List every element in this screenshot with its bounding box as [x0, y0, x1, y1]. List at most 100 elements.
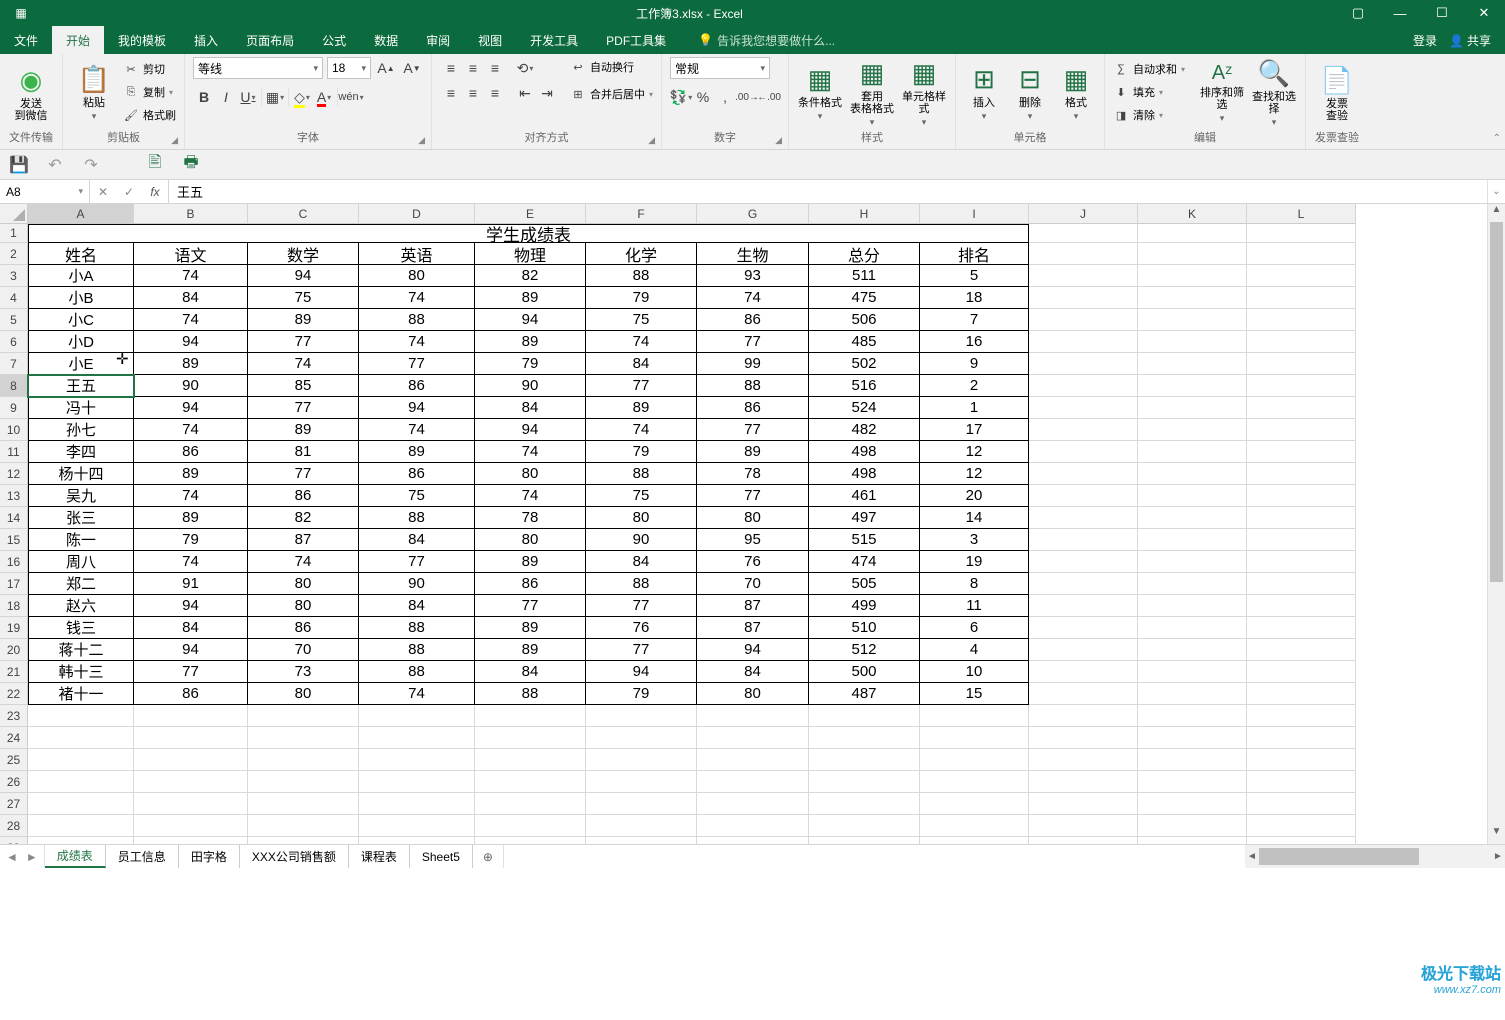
sheet-next-icon[interactable]: ►: [26, 850, 38, 864]
cell[interactable]: [1247, 353, 1356, 375]
cancel-edit-icon[interactable]: ✕: [90, 180, 116, 203]
cell[interactable]: [1247, 485, 1356, 507]
cell[interactable]: [1138, 463, 1247, 485]
cell[interactable]: 89: [134, 507, 248, 529]
cell[interactable]: 475: [809, 287, 920, 309]
cell[interactable]: 10: [920, 661, 1029, 683]
tab-PDF工具集[interactable]: PDF工具集: [592, 26, 680, 54]
cell[interactable]: [920, 815, 1029, 837]
cell[interactable]: [920, 771, 1029, 793]
cell[interactable]: [475, 749, 586, 771]
cell[interactable]: [1029, 309, 1138, 331]
row-header[interactable]: 16: [0, 551, 28, 573]
row-header[interactable]: 2: [0, 243, 28, 265]
format-cells-button[interactable]: ▦格式▾: [1056, 57, 1096, 129]
cell[interactable]: 14: [920, 507, 1029, 529]
select-all-cell[interactable]: [0, 204, 28, 224]
cell[interactable]: 钱三: [28, 617, 134, 639]
sort-filter-button[interactable]: Aᶻ排序和筛选▾: [1199, 57, 1245, 129]
cell[interactable]: 89: [475, 617, 586, 639]
cell[interactable]: [809, 749, 920, 771]
cell[interactable]: 80: [359, 265, 475, 287]
row-header[interactable]: 1: [0, 224, 28, 243]
italic-icon[interactable]: I: [215, 86, 237, 108]
cell[interactable]: [1138, 441, 1247, 463]
column-header[interactable]: K: [1138, 204, 1247, 224]
cell[interactable]: [1029, 353, 1138, 375]
cell[interactable]: 499: [809, 595, 920, 617]
cell[interactable]: 505: [809, 573, 920, 595]
cell[interactable]: 84: [586, 551, 697, 573]
row-header[interactable]: 29: [0, 837, 28, 844]
cell[interactable]: [1029, 771, 1138, 793]
row-header[interactable]: 11: [0, 441, 28, 463]
cell[interactable]: 82: [475, 265, 586, 287]
cell[interactable]: [809, 815, 920, 837]
cell[interactable]: 70: [697, 573, 809, 595]
cell[interactable]: 75: [586, 309, 697, 331]
cell[interactable]: [1247, 705, 1356, 727]
cell[interactable]: 99: [697, 353, 809, 375]
cell[interactable]: [1029, 507, 1138, 529]
row-header[interactable]: 28: [0, 815, 28, 837]
cell[interactable]: [809, 705, 920, 727]
tab-审阅[interactable]: 审阅: [412, 26, 464, 54]
cell[interactable]: [359, 793, 475, 815]
cell[interactable]: 小B: [28, 287, 134, 309]
cell[interactable]: 90: [134, 375, 248, 397]
cell[interactable]: 74: [697, 287, 809, 309]
cell[interactable]: [697, 727, 809, 749]
comma-icon[interactable]: ,: [714, 86, 736, 108]
row-header[interactable]: 25: [0, 749, 28, 771]
export-pdf-icon[interactable]: 🖹: [144, 154, 166, 176]
cell[interactable]: [1247, 224, 1356, 243]
cell[interactable]: [28, 705, 134, 727]
cell[interactable]: [1029, 441, 1138, 463]
row-header[interactable]: 23: [0, 705, 28, 727]
format-as-table-button[interactable]: ▦套用 表格格式▾: [849, 57, 895, 129]
align-launcher-icon[interactable]: ◢: [648, 133, 655, 147]
cell[interactable]: 80: [248, 595, 359, 617]
cell[interactable]: [1029, 617, 1138, 639]
cell[interactable]: 杨十四: [28, 463, 134, 485]
cell[interactable]: [1247, 573, 1356, 595]
close-icon[interactable]: ✕: [1463, 0, 1505, 26]
cell[interactable]: [1138, 683, 1247, 705]
cell[interactable]: [1029, 705, 1138, 727]
tab-插入[interactable]: 插入: [180, 26, 232, 54]
cell[interactable]: 74: [359, 287, 475, 309]
cell[interactable]: [1029, 661, 1138, 683]
cell[interactable]: 80: [248, 683, 359, 705]
increase-indent-icon[interactable]: ⇥: [536, 82, 558, 104]
cell[interactable]: 5: [920, 265, 1029, 287]
cell[interactable]: [697, 771, 809, 793]
row-header[interactable]: 13: [0, 485, 28, 507]
number-format-combo[interactable]: 常规▾: [670, 57, 770, 79]
cell[interactable]: [1247, 595, 1356, 617]
cell[interactable]: 498: [809, 463, 920, 485]
cell[interactable]: 80: [475, 463, 586, 485]
cell[interactable]: [1138, 837, 1247, 844]
column-header[interactable]: I: [920, 204, 1029, 224]
cell[interactable]: [1138, 224, 1247, 243]
cell[interactable]: 87: [248, 529, 359, 551]
cell[interactable]: 王五: [28, 375, 134, 397]
cell[interactable]: 86: [697, 397, 809, 419]
cell[interactable]: 80: [586, 507, 697, 529]
cell[interactable]: [1138, 727, 1247, 749]
cell[interactable]: [920, 793, 1029, 815]
cell[interactable]: 80: [697, 507, 809, 529]
cell[interactable]: 485: [809, 331, 920, 353]
cell[interactable]: 李四: [28, 441, 134, 463]
cell[interactable]: [248, 771, 359, 793]
cell[interactable]: 82: [248, 507, 359, 529]
cell[interactable]: [134, 793, 248, 815]
row-header[interactable]: 6: [0, 331, 28, 353]
cell[interactable]: 12: [920, 463, 1029, 485]
cell[interactable]: [1138, 419, 1247, 441]
tab-页面布局[interactable]: 页面布局: [232, 26, 308, 54]
cell[interactable]: [475, 793, 586, 815]
minimize-icon[interactable]: ―: [1379, 0, 1421, 26]
cell[interactable]: 英语: [359, 243, 475, 265]
cell[interactable]: [920, 837, 1029, 844]
